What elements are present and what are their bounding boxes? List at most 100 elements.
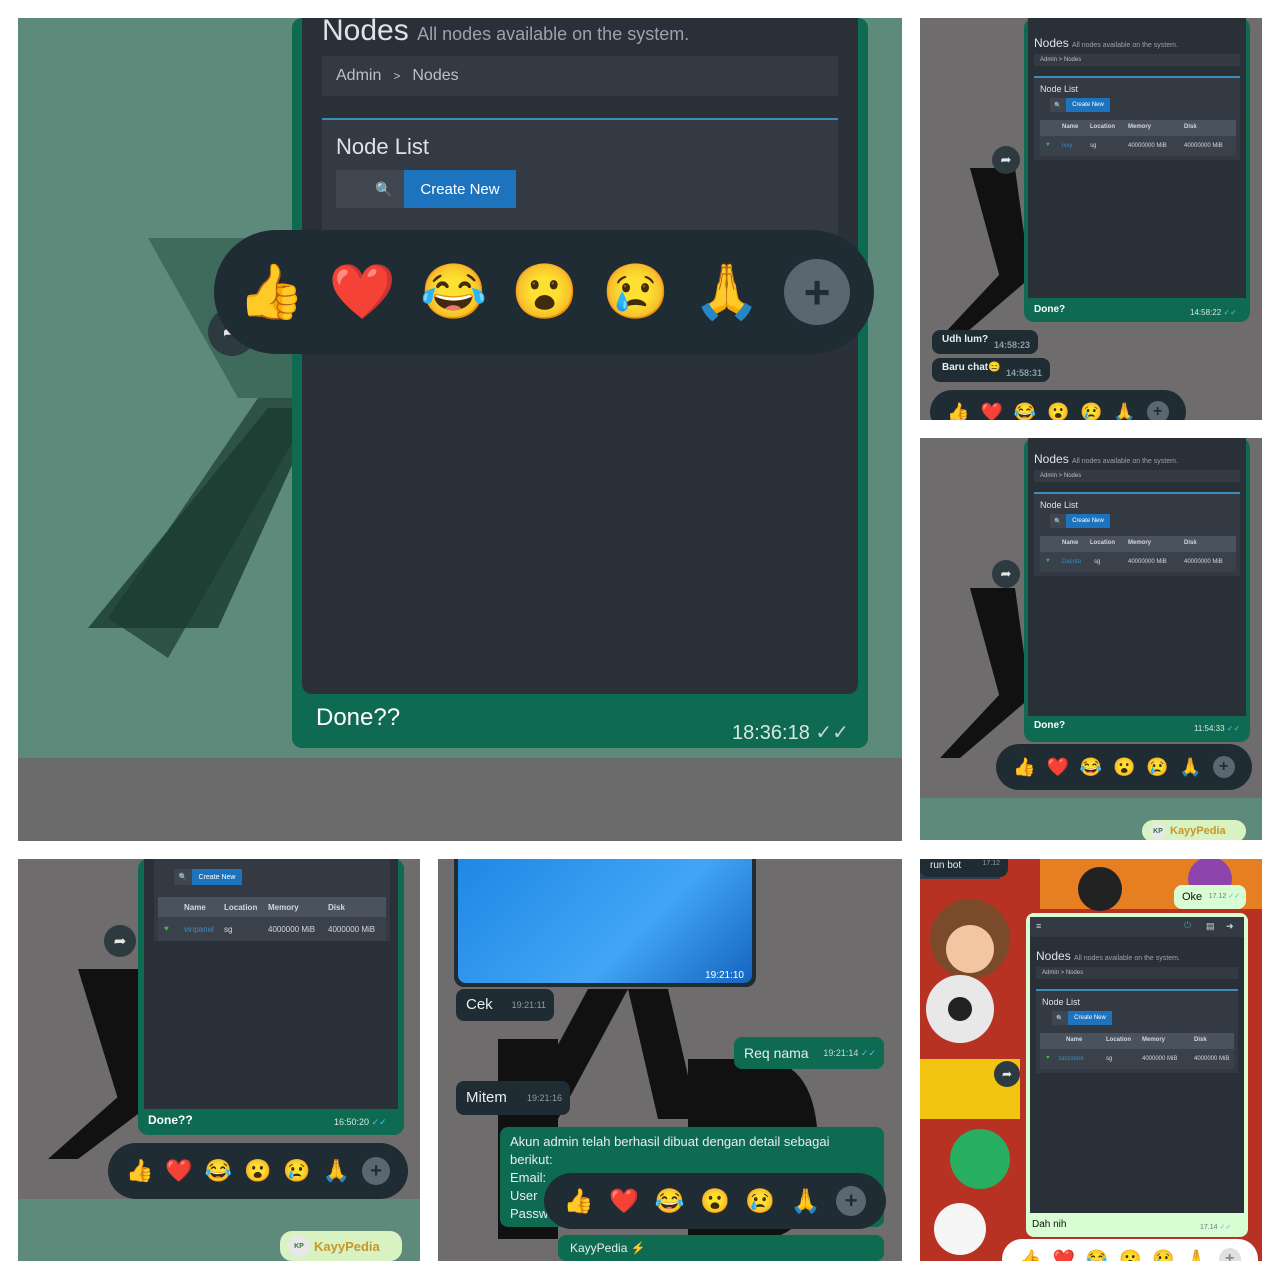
read-ticks-icon: ✓✓ (815, 722, 849, 744)
reaction-thumbs-up[interactable]: 👍 (238, 261, 305, 324)
message-bubble[interactable]: ≡ ⏻ ▤ ➜ Nodes All nodes available on the… (1026, 913, 1248, 1237)
message-time: 18:36:18 ✓✓ (732, 722, 849, 744)
incoming-message[interactable]: Mitem 19:21:16 (456, 1081, 570, 1115)
create-new-button[interactable]: Create New (1066, 514, 1110, 528)
add-reaction-icon[interactable]: + (836, 1186, 867, 1216)
search-button[interactable]: 🔍 (1050, 98, 1066, 112)
message-text: Done?? (316, 704, 401, 731)
message-text: Done? (1034, 304, 1066, 315)
breadcrumb: Admin > Nodes (1034, 470, 1240, 482)
message-text: Done?? (148, 1113, 193, 1127)
reaction-bar: 👍 ❤️ 😂 😮 😢 🙏 + (930, 390, 1186, 420)
message-time: 16:50:20 ✓✓ (334, 1117, 387, 1127)
outgoing-message[interactable]: Req nama 19:21:14 ✓✓ (734, 1037, 884, 1069)
message-bubble[interactable]: Nodes All nodes available on the system.… (1024, 18, 1250, 322)
nodes-table: Name Location Memory Disk ♥ ixxy sg 4000… (1040, 120, 1236, 156)
heart-icon: ♥ (1046, 1055, 1050, 1061)
heart-icon: ♥ (1046, 558, 1050, 564)
kayypedia-logo-icon: KP (1150, 823, 1166, 839)
nodes-table: Name Location Memory Disk ♥ zaxzstore sg… (1040, 1033, 1234, 1069)
create-new-button[interactable]: Create New (1066, 98, 1110, 112)
screenshot-image: Nodes All nodes available on the system.… (302, 18, 858, 694)
forward-icon[interactable]: ➦ (992, 560, 1020, 588)
brand-badge: KP KayyPedia (1142, 820, 1246, 840)
breadcrumb-admin[interactable]: Admin (336, 67, 381, 85)
incoming-message[interactable]: Baru chat😑 14:58:31 (932, 358, 1050, 382)
node-list-card: Node List 🔍 Create New Name Location Mem… (1036, 989, 1238, 1073)
message-text: Dah nih (1032, 1219, 1067, 1230)
table-row[interactable]: ♥ zaxzstore sg 4000000 MiB 4000000 MiB (1040, 1053, 1234, 1067)
logout-icon[interactable]: ➜ (1226, 921, 1234, 932)
add-reaction-icon[interactable]: + (1218, 1248, 1241, 1261)
screenshot-panel-1: Nodes All nodes available on the system.… (18, 18, 902, 841)
reaction-pray[interactable]: 🙏 (693, 261, 760, 324)
breadcrumb-nodes: Nodes (412, 67, 459, 84)
nodes-table: Name Location Memory Disk ♥ vinpanel sg … (158, 897, 386, 941)
screenshot-image: ≡ ⏻ ▤ ➜ Nodes All nodes available on the… (1030, 917, 1244, 1213)
reaction-laughing[interactable]: 😂 (420, 261, 487, 324)
kayypedia-logo-icon: KP (288, 1235, 310, 1257)
screenshot-panel-5: 19:21:10 Cek 19:21:11 Req nama 19:21:14 ✓… (438, 859, 902, 1261)
nodes-table: Name Location Memory Disk ♥ Dacota sg 40… (1040, 536, 1236, 572)
menu-icon[interactable]: ≡ (1036, 921, 1041, 931)
create-new-button[interactable]: Create New (192, 869, 242, 885)
node-list-card: Node List 🔍 Create New Name Location Mem… (1034, 492, 1240, 576)
breadcrumb: Admin > Nodes (1034, 54, 1240, 66)
reaction-bar: 👍 ❤️ 😂 😮 😢 🙏 + (996, 744, 1252, 790)
create-new-button[interactable]: Create New (404, 170, 516, 208)
incoming-message[interactable]: Cek 19:21:11 (456, 989, 554, 1021)
card-title: Node List (336, 134, 429, 159)
search-icon: 🔍 (375, 180, 393, 197)
incoming-message[interactable]: Udh lum? 14:58:23 (932, 330, 1038, 354)
screenshot-image: Nodes All nodes available on the system.… (1028, 438, 1246, 716)
page-title: Nodes All nodes available on the system. (1036, 949, 1180, 963)
search-button[interactable]: 🔍 (1052, 1011, 1068, 1025)
message-time: 11:54:33 ✓✓ (1194, 724, 1241, 733)
shared-image (458, 859, 752, 983)
image-message[interactable]: 19:21:10 (454, 859, 756, 987)
message-bubble[interactable]: Nodes All nodes available on the system.… (292, 18, 868, 748)
brand-footer: KayyPedia ⚡ (558, 1235, 884, 1261)
reaction-sad[interactable]: 😢 (602, 261, 669, 324)
screenshot-image: 🔍 Create New Name Location Memory Disk ♥… (144, 859, 398, 1109)
message-bubble[interactable]: Nodes All nodes available on the system.… (1024, 438, 1250, 742)
table-row[interactable]: ♥ vinpanel sg 4000000 MiB 4000000 MiB (158, 921, 386, 939)
heart-icon: ♥ (164, 924, 169, 933)
screenshot-panel-6: run bot 17.12 Oke 17.12 ✓✓ ≡ ⏻ ▤ ➜ Nodes … (920, 859, 1262, 1261)
screenshot-panel-4: 🔍 Create New Name Location Memory Disk ♥… (18, 859, 420, 1261)
screenshot-panel-3: Nodes All nodes available on the system.… (920, 438, 1262, 840)
reaction-bar: 👍 ❤️ 😂 😮 😢 🙏 + (108, 1143, 408, 1199)
table-row[interactable]: ♥ Dacota sg 40000000 MiB 40000000 MiB (1040, 556, 1236, 570)
node-list-card: Node List 🔍 Create New (322, 118, 838, 240)
screenshot-image: Nodes All nodes available on the system.… (1028, 18, 1246, 298)
add-reaction-icon[interactable]: + (1146, 401, 1169, 420)
server-icon[interactable]: ▤ (1206, 921, 1215, 932)
reaction-heart[interactable]: ❤️ (329, 261, 396, 324)
power-icon[interactable]: ⏻ (1184, 920, 1191, 931)
add-reaction-icon[interactable]: + (362, 1157, 391, 1185)
page-title: Nodes All nodes available on the system. (1034, 36, 1178, 50)
heart-icon: ♥ (1046, 142, 1050, 148)
page-title: Nodes All nodes available on the system. (1034, 452, 1178, 466)
page-title: Nodes All nodes available on the system. (322, 18, 690, 47)
table-row[interactable]: ♥ ixxy sg 40000000 MiB 40000000 MiB (1040, 140, 1236, 154)
forward-icon[interactable]: ➦ (994, 1061, 1020, 1087)
message-time: 17.14 ✓✓ (1200, 1224, 1232, 1231)
create-new-button[interactable]: Create New (1068, 1011, 1112, 1025)
incoming-message[interactable]: run bot 17.12 (920, 859, 1008, 877)
screenshot-panel-2: Nodes All nodes available on the system.… (920, 18, 1262, 420)
outgoing-message[interactable]: Oke 17.12 ✓✓ (1174, 885, 1246, 909)
search-box[interactable] (336, 170, 364, 208)
forward-icon[interactable]: ➦ (104, 925, 136, 957)
message-bubble[interactable]: 🔍 Create New Name Location Memory Disk ♥… (138, 859, 404, 1135)
brand-badge: KP KayyPedia (280, 1231, 402, 1261)
node-list-card: Node List 🔍 Create New Name Location Mem… (1034, 76, 1240, 160)
reaction-surprised[interactable]: 😮 (511, 261, 578, 324)
search-button[interactable]: 🔍 (1050, 514, 1066, 528)
reaction-bar: 👍 ❤️ 😂 😮 😢 🙏 + (544, 1173, 886, 1229)
forward-icon[interactable]: ➦ (992, 146, 1020, 174)
add-reaction-icon[interactable]: + (784, 259, 851, 325)
search-button[interactable]: 🔍 (364, 170, 404, 208)
add-reaction-icon[interactable]: + (1212, 756, 1235, 778)
search-button[interactable]: 🔍 (174, 869, 192, 885)
